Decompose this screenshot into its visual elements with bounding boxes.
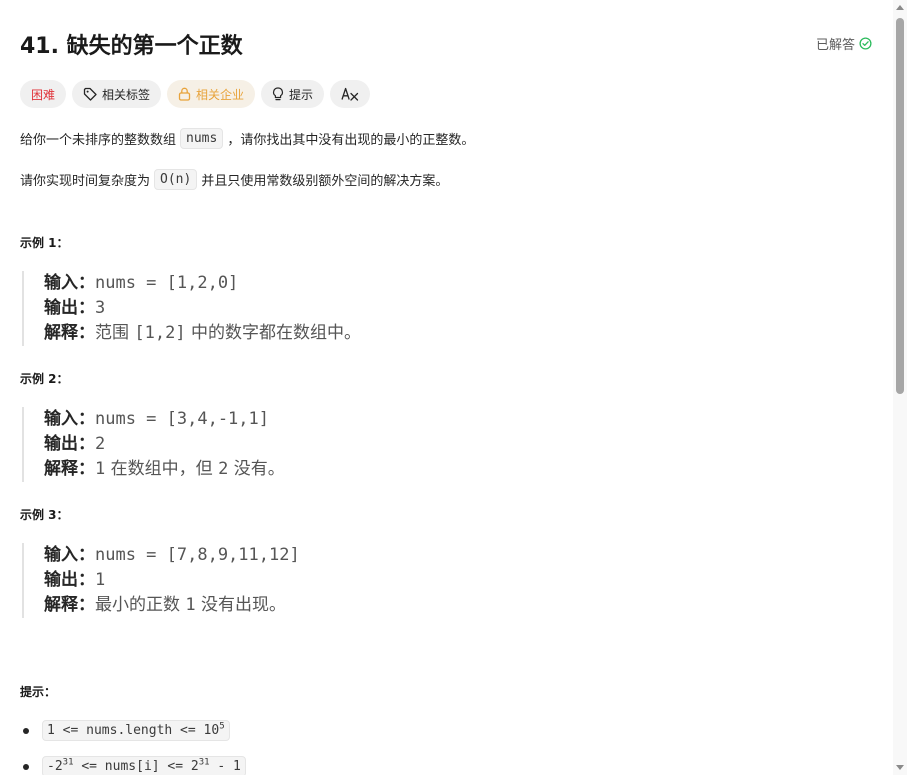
related-companies-label: 相关企业 xyxy=(196,87,245,102)
output-value: 2 xyxy=(95,434,106,454)
example-output-line: 输出：1 xyxy=(44,568,744,593)
constraint-text: - 1 xyxy=(209,759,241,774)
related-tags-label: 相关标签 xyxy=(102,87,151,102)
example-input-line: 输入：nums = [3,4,-1,1] xyxy=(44,407,744,432)
bullet-icon xyxy=(23,727,29,734)
example-1-block: 输入：nums = [1,2,0] 输出：3 解释：范围 [1,2] 中的数字都… xyxy=(22,271,744,346)
output-value: 3 xyxy=(95,298,106,318)
hint-label: 提示 xyxy=(289,87,314,102)
example-3-block: 输入：nums = [7,8,9,11,12] 输出：1 解释：最小的正数 1 … xyxy=(22,543,744,618)
output-value: 1 xyxy=(95,570,106,590)
scroll-up-arrow-icon[interactable] xyxy=(896,5,904,10)
input-value: nums = [7,8,9,11,12] xyxy=(95,545,300,565)
explanation-label: 解释： xyxy=(44,459,95,479)
constraint-exponent: 31 xyxy=(62,757,74,768)
scrollbar-thumb[interactable] xyxy=(896,18,904,394)
lightbulb-icon xyxy=(272,87,284,101)
solved-status: 已解答 xyxy=(816,34,872,53)
title-row: 41. 缺失的第一个正数 已解答 xyxy=(20,28,872,60)
problem-page: 41. 缺失的第一个正数 已解答 困难 相关标签 相关企业 提示 给你一个未排序… xyxy=(0,0,907,775)
explanation-text: 范围 xyxy=(95,323,135,343)
explanation-code: 2 xyxy=(218,459,229,479)
constraint-text: -2 xyxy=(47,759,63,774)
inline-code: O(n) xyxy=(154,169,198,190)
solved-label: 已解答 xyxy=(815,38,855,53)
explanation-text: 没有出现。 xyxy=(195,595,287,615)
explanation-code: [1,2] xyxy=(134,323,186,343)
description-text: 给你一个未排序的整数数组 xyxy=(20,133,177,148)
constraint-code: -231 <= nums[i] <= 231 - 1 xyxy=(42,756,246,775)
example-1-title: 示例 1： xyxy=(20,236,69,250)
example-3-title: 示例 3： xyxy=(20,508,69,522)
input-label: 输入： xyxy=(44,273,95,293)
check-circle-icon xyxy=(859,37,872,50)
related-tags-button[interactable]: 相关标签 xyxy=(72,80,162,108)
bullet-icon xyxy=(23,763,29,770)
constraints-title: 提示： xyxy=(20,685,57,699)
inline-code: nums xyxy=(180,128,224,149)
constraint-exponent: 5 xyxy=(219,721,225,732)
related-companies-button[interactable]: 相关企业 xyxy=(167,80,256,108)
output-label: 输出： xyxy=(44,298,95,318)
vertical-scrollbar[interactable] xyxy=(893,0,907,775)
example-explanation-line: 解释：1 在数组中，但 2 没有。 xyxy=(44,457,744,482)
example-output-line: 输出：3 xyxy=(44,296,744,321)
explanation-code: 1 xyxy=(185,595,196,615)
input-label: 输入： xyxy=(44,545,95,565)
example-2-block: 输入：nums = [3,4,-1,1] 输出：2 解释：1 在数组中，但 2 … xyxy=(22,407,744,482)
example-2-title: 示例 2： xyxy=(20,372,69,386)
hint-button[interactable]: 提示 xyxy=(261,80,325,108)
constraint-item: -231 <= nums[i] <= 231 - 1 xyxy=(20,756,246,775)
description-text: 请你实现时间复杂度为 xyxy=(20,174,151,189)
example-explanation-line: 解释：范围 [1,2] 中的数字都在数组中。 xyxy=(44,321,744,346)
example-input-line: 输入：nums = [7,8,9,11,12] xyxy=(44,543,744,568)
example-output-line: 输出：2 xyxy=(44,432,744,457)
constraint-code: 1 <= nums.length <= 105 xyxy=(42,720,230,741)
problem-title[interactable]: 41. 缺失的第一个正数 xyxy=(20,28,243,60)
output-label: 输出： xyxy=(44,570,95,590)
description-text: 并且只使用常数级别额外空间的解决方案。 xyxy=(201,174,449,189)
input-value: nums = [1,2,0] xyxy=(95,273,239,293)
tag-icon xyxy=(83,87,97,101)
example-input-line: 输入：nums = [1,2,0] xyxy=(44,271,744,296)
translate-icon xyxy=(341,87,359,101)
explanation-text: 最小的正数 xyxy=(95,595,186,615)
constraint-text: 1 <= nums.length <= 10 xyxy=(47,723,220,738)
lock-icon xyxy=(178,87,191,101)
explanation-text: 在数组中，但 xyxy=(105,459,219,479)
explanation-text: 中的数字都在数组中。 xyxy=(185,323,361,343)
explanation-text: 没有。 xyxy=(228,459,285,479)
difficulty-label: 困难 xyxy=(31,87,56,102)
input-value: nums = [3,4,-1,1] xyxy=(95,409,269,429)
explanation-label: 解释： xyxy=(44,323,95,343)
translate-button[interactable] xyxy=(330,80,371,108)
explanation-label: 解释： xyxy=(44,595,95,615)
example-explanation-line: 解释：最小的正数 1 没有出现。 xyxy=(44,593,744,618)
constraint-exponent: 31 xyxy=(198,757,210,768)
input-label: 输入： xyxy=(44,409,95,429)
difficulty-badge: 困难 xyxy=(20,80,67,108)
explanation-code: 1 xyxy=(95,459,106,479)
description-text: ，请你找出其中没有出现的最小的正整数。 xyxy=(227,133,475,148)
tag-bar: 困难 相关标签 相关企业 提示 xyxy=(20,80,371,108)
description-paragraph-1: 给你一个未排序的整数数组 nums ，请你找出其中没有出现的最小的正整数。 xyxy=(20,128,474,149)
constraint-text: <= nums[i] <= 2 xyxy=(73,759,199,774)
output-label: 输出： xyxy=(44,434,95,454)
constraint-item: 1 <= nums.length <= 105 xyxy=(20,720,230,741)
description-paragraph-2: 请你实现时间复杂度为 O(n) 并且只使用常数级别额外空间的解决方案。 xyxy=(20,169,448,190)
scroll-down-arrow-icon[interactable] xyxy=(896,765,904,770)
